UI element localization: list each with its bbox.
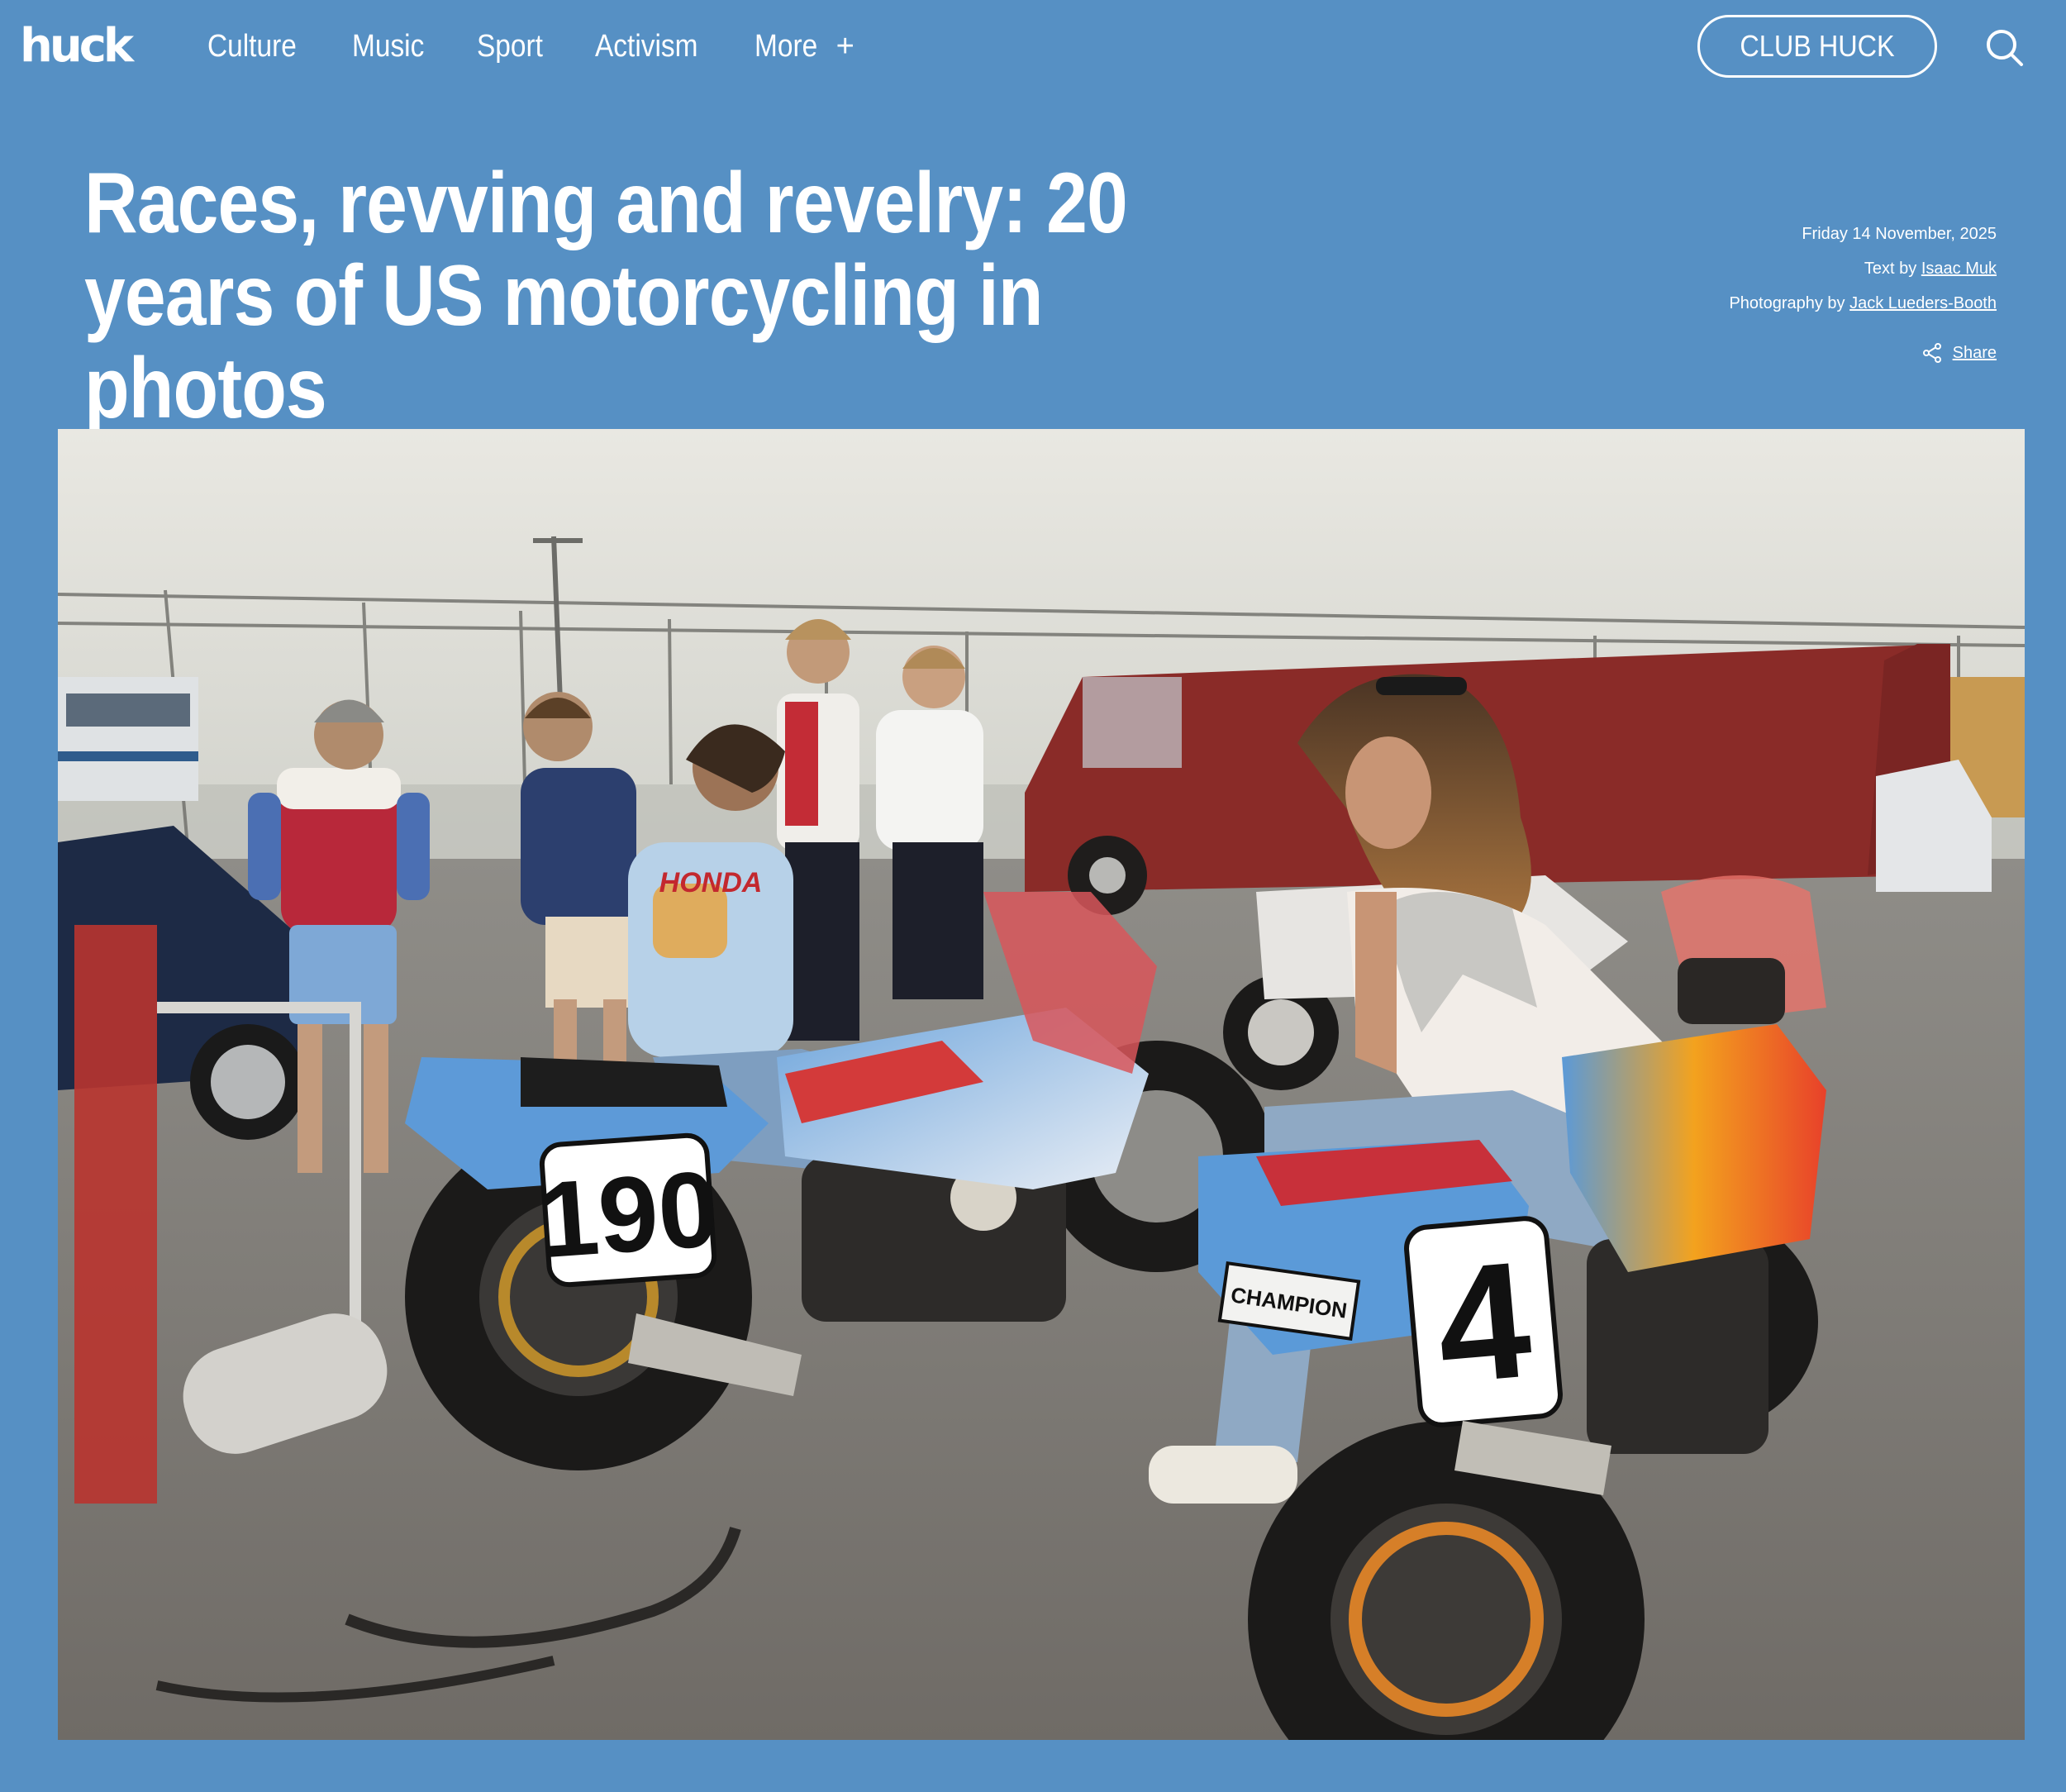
article-meta: Friday 14 November, 2025 Text by Isaac M…: [1729, 217, 1997, 370]
share-label: Share: [1952, 344, 1997, 362]
author-link[interactable]: Isaac Muk: [1921, 260, 1997, 278]
hero-photo-illustration: 190 HONDA 4 CHAMPION: [58, 429, 2025, 1740]
photography-by-label: Photography by: [1729, 294, 1845, 312]
article-title: Races, revving and revelry: 20 years of …: [84, 155, 1128, 436]
club-huck-button[interactable]: CLUB HUCK: [1697, 15, 1937, 78]
article-date: Friday 14 November, 2025: [1802, 225, 1997, 243]
article-author-line: Text by Isaac Muk: [1729, 251, 1997, 286]
honda-shirt-decal: HONDA: [659, 867, 763, 898]
nav-item-music[interactable]: Music: [352, 23, 424, 69]
nav-item-culture[interactable]: Culture: [207, 23, 297, 69]
site-header: huck Culture Music Sport Activism More +…: [0, 0, 2066, 93]
main-nav: Culture Music Sport Activism More +: [207, 23, 854, 69]
search-icon[interactable]: [1983, 26, 2026, 69]
share-icon: [1922, 343, 1941, 363]
nav-item-more[interactable]: More +: [755, 23, 854, 69]
plus-icon: +: [835, 29, 854, 64]
hero-photo: 190 HONDA 4 CHAMPION: [58, 429, 2025, 1740]
bike-number-190: 190: [535, 1148, 722, 1281]
nav-more-label: More: [755, 29, 818, 64]
text-by-label: Text by: [1864, 260, 1917, 278]
club-huck-label: CLUB HUCK: [1740, 29, 1895, 63]
site-logo[interactable]: huck: [20, 17, 134, 76]
photographer-link[interactable]: Jack Lueders-Booth: [1849, 294, 1997, 312]
nav-item-activism[interactable]: Activism: [595, 23, 697, 69]
nav-item-sport[interactable]: Sport: [477, 23, 543, 69]
article-photographer-line: Photography by Jack Lueders-Booth: [1729, 286, 1997, 321]
share-button[interactable]: Share: [1729, 336, 1997, 370]
bike-number-4: 4: [1430, 1227, 1537, 1419]
